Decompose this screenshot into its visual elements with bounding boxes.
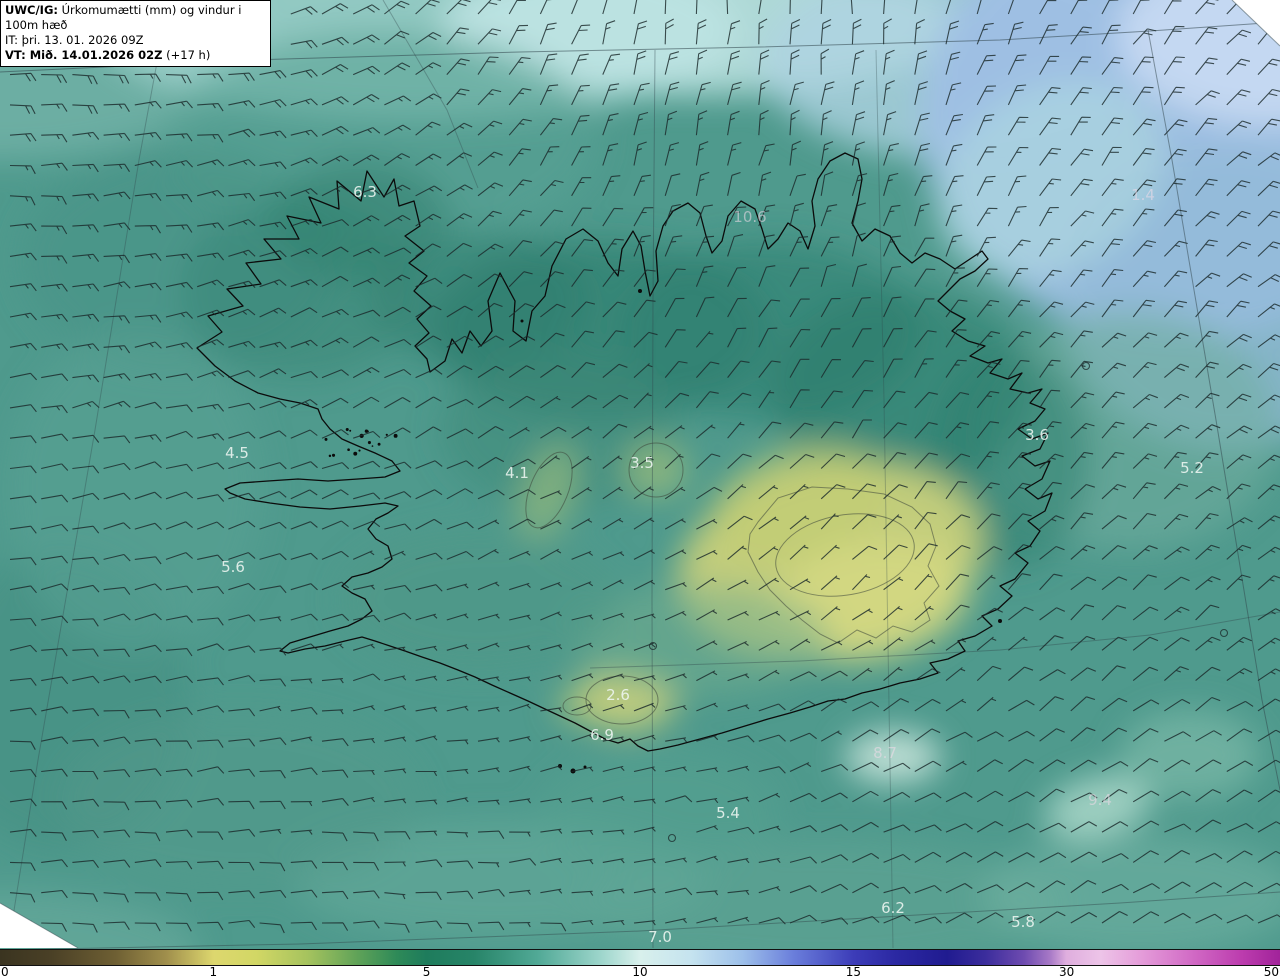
precip-value-label: 4.5 [225, 444, 249, 462]
colorbar-tick: 5 [422, 965, 431, 978]
colorbar-tick: 10 [632, 965, 648, 978]
precip-value-label: 2.6 [606, 686, 630, 704]
colorbar-tick: 30 [1058, 965, 1075, 978]
precipitation-wind-map: 6.3 10.6 1.4 3.6 4.5 4.1 3.5 5.2 5.6 2.6 6.9 8.7 5.4… [0, 0, 1280, 949]
precip-value-label: 5.4 [716, 804, 740, 822]
weather-map-page: 6.3 10.6 1.4 3.6 4.5 4.1 3.5 5.2 5.6 2.6 6.9 8.7 5.4… [0, 0, 1280, 978]
precip-value-label: 5.6 [221, 558, 245, 576]
precip-value-label: 6.3 [353, 183, 377, 201]
colorbar-tick: 0 [1, 965, 9, 978]
precip-value-label: 1.4 [1131, 186, 1155, 204]
precipitation-colorbar [0, 949, 1280, 966]
precip-value-label: 9.4 [1088, 791, 1112, 809]
colorbar-tick: 15 [845, 965, 862, 978]
precip-value-label: 4.1 [505, 464, 529, 482]
precip-value-label: 3.5 [630, 454, 654, 472]
valid-time-offset: (+17 h) [162, 47, 211, 62]
product-id-label: UWC/IG: [5, 3, 58, 17]
precip-value-label: 3.6 [1025, 426, 1049, 444]
precip-value-label: 5.8 [1011, 913, 1035, 931]
init-time-line: IT: þri. 13. 01. 2026 09Z [5, 32, 144, 47]
precip-value-label: 5.2 [1180, 459, 1204, 477]
colorbar-tick: 1 [209, 965, 218, 978]
colorbar-tick-labels: 0 1 5 10 15 30 50 [0, 965, 1280, 978]
precip-value-label: 8.7 [873, 744, 897, 762]
map-title-box: UWC/IG: Úrkomumætti (mm) og vindur i 100… [0, 0, 271, 67]
valid-time-bold: VT: Mið. 14.01.2026 02Z [5, 47, 163, 62]
precip-value-label: 6.9 [590, 726, 614, 744]
precip-value-label: 7.0 [648, 928, 672, 946]
precip-value-label: 10.6 [733, 208, 766, 226]
map-canvas: 6.3 10.6 1.4 3.6 4.5 4.1 3.5 5.2 5.6 2.6 6.9 8.7 5.4… [0, 0, 1280, 949]
map-title-line: UWC/IG: Úrkomumætti (mm) og vindur i 100… [5, 3, 265, 33]
valid-time-line: VT: Mið. 14.01.2026 02Z (+17 h) [5, 48, 265, 63]
colorbar-tick: 50 [1263, 965, 1279, 978]
precip-value-label: 6.2 [881, 899, 905, 917]
